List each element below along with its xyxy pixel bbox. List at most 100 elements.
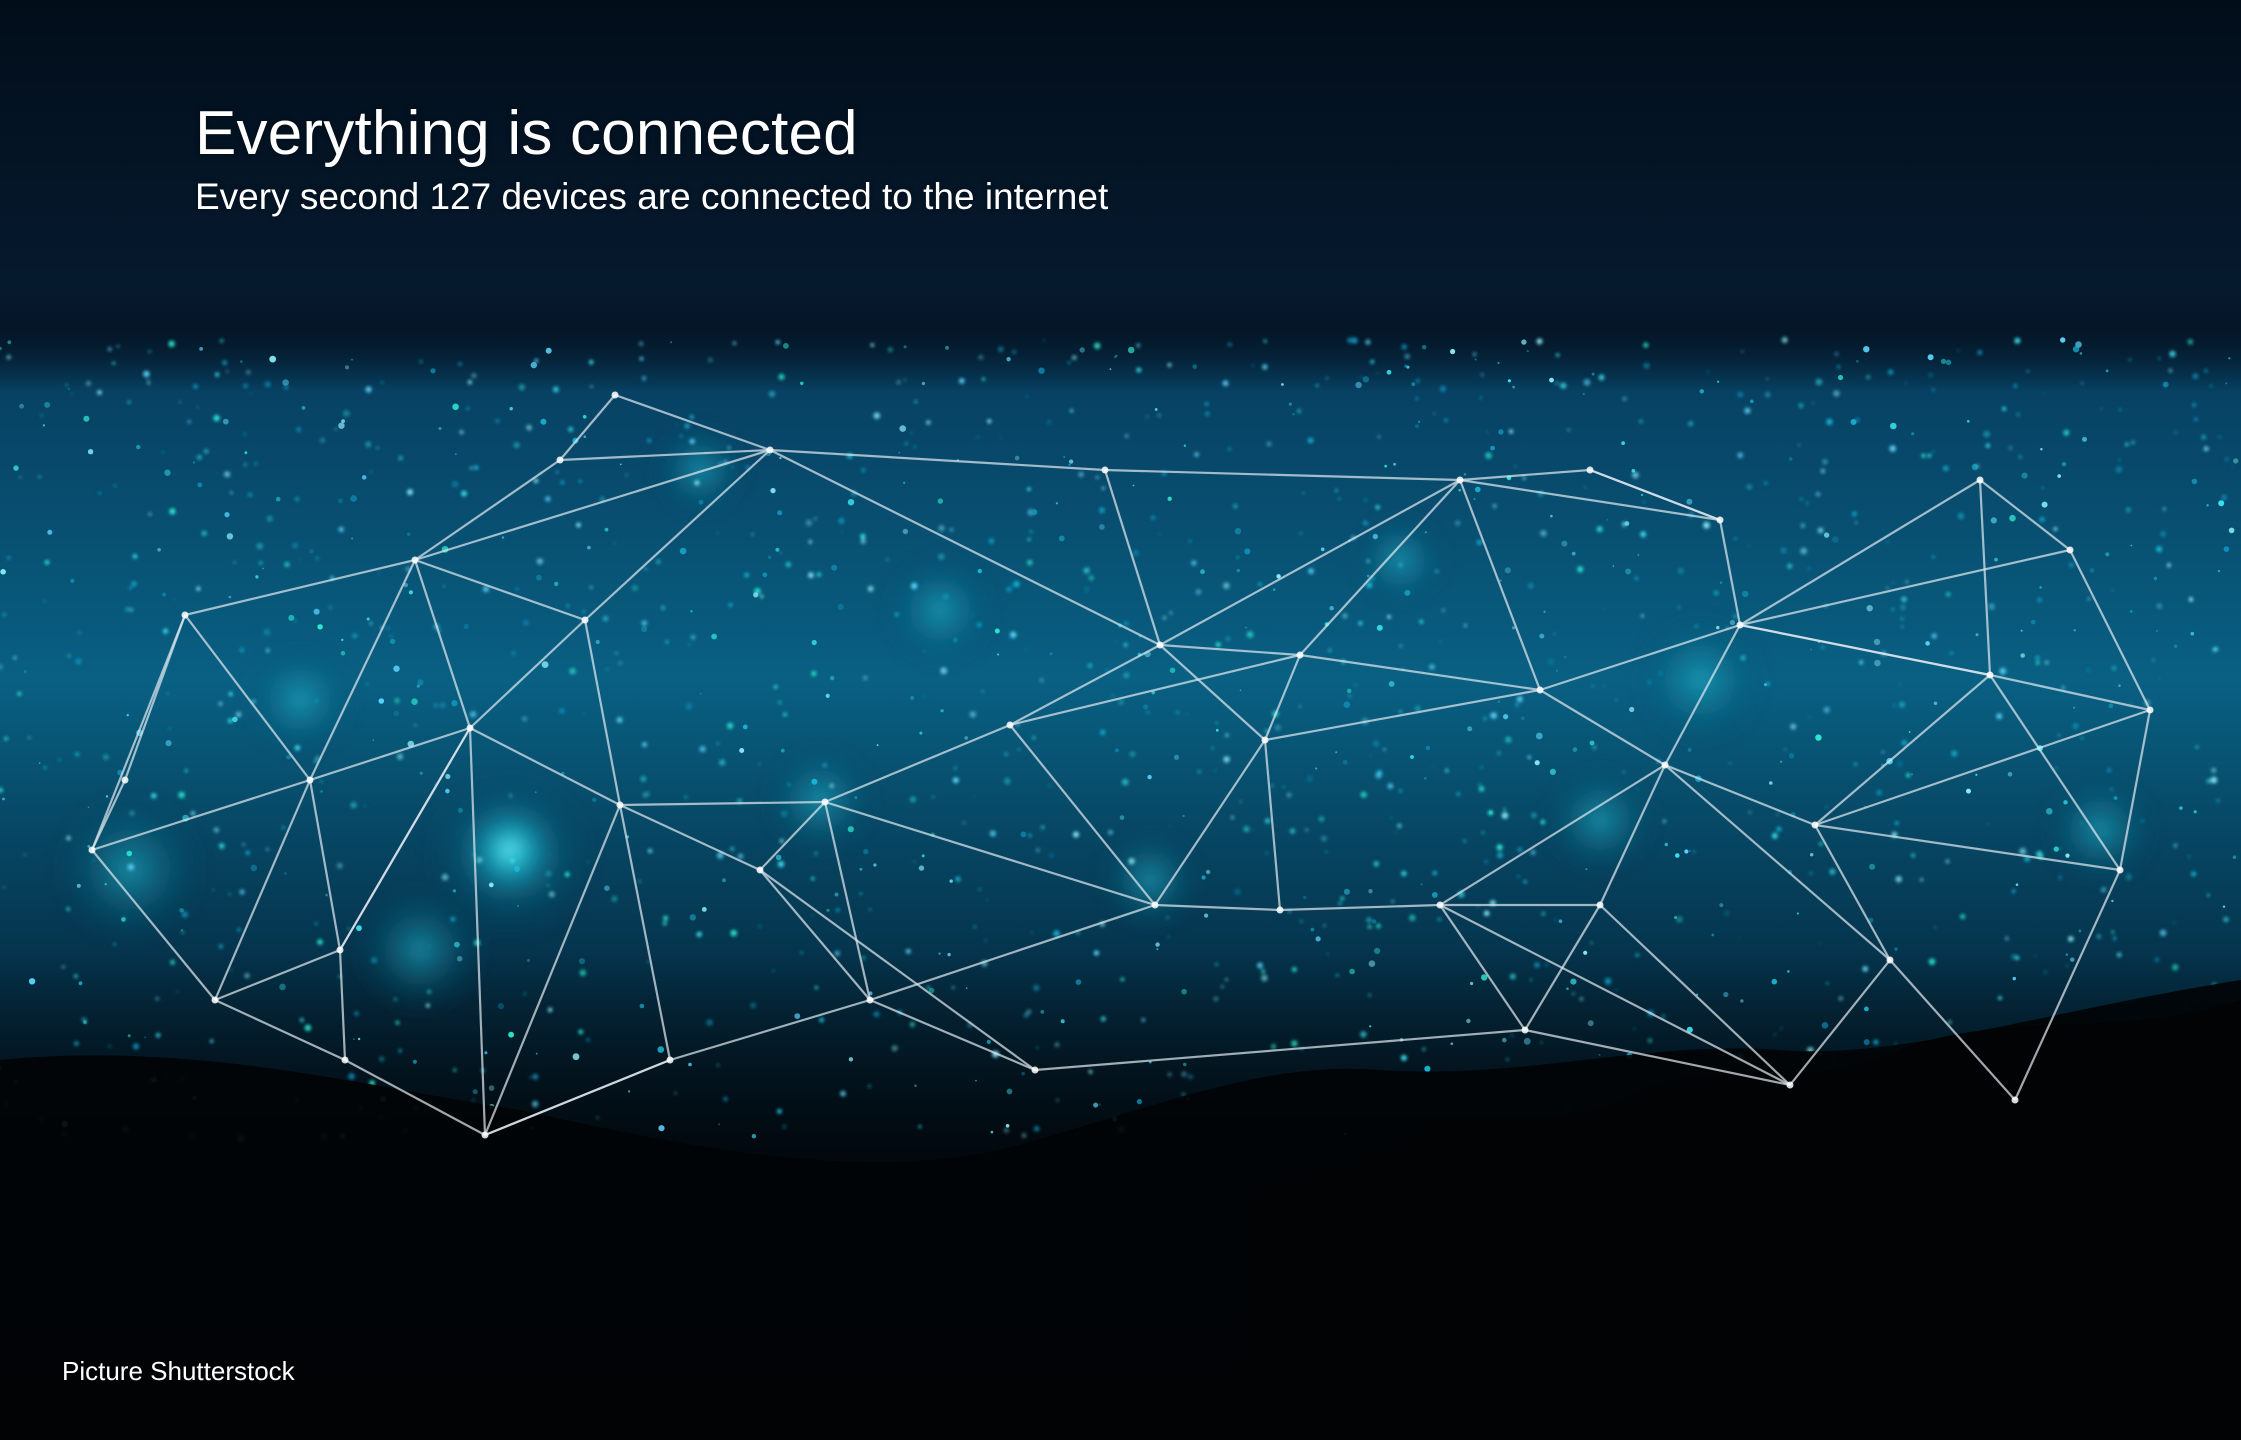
city-glow: [880, 550, 1000, 670]
city-light: [224, 471, 231, 478]
city-light: [42, 424, 46, 427]
city-light: [394, 697, 400, 704]
city-light: [854, 796, 858, 800]
city-light: [348, 1072, 355, 1080]
city-light: [1807, 567, 1811, 571]
city-light: [914, 1084, 917, 1088]
city-light: [1366, 523, 1369, 526]
city-light: [904, 379, 906, 381]
network-node: [306, 776, 314, 784]
city-light: [1501, 812, 1509, 819]
city-light: [452, 403, 459, 411]
city-light: [1205, 411, 1210, 417]
city-light: [1517, 847, 1523, 853]
city-light: [1136, 343, 1141, 348]
city-light: [1329, 606, 1334, 611]
city-light: [1498, 429, 1504, 435]
city-light: [1375, 505, 1380, 510]
city-light: [2039, 586, 2042, 589]
city-light: [1006, 1088, 1013, 1095]
city-light: [918, 1125, 922, 1129]
city-light: [847, 826, 854, 833]
city-light: [1977, 349, 1983, 356]
network-node: [121, 776, 129, 784]
city-light: [1155, 942, 1160, 947]
city-light: [428, 945, 432, 948]
city-light: [1188, 539, 1192, 543]
city-light: [245, 369, 251, 375]
city-light: [6, 354, 11, 360]
city-light: [1334, 489, 1338, 492]
city-light: [1346, 688, 1352, 694]
city-light: [1781, 337, 1788, 343]
city-light: [860, 538, 866, 545]
city-light: [265, 847, 270, 852]
city-light: [1093, 950, 1099, 956]
city-light: [2078, 929, 2082, 933]
city-light: [1069, 459, 1074, 464]
city-light: [1109, 368, 1112, 370]
city-light: [2193, 810, 2197, 814]
city-light: [2168, 368, 2173, 373]
city-light: [1185, 713, 1188, 716]
city-light: [777, 860, 785, 868]
city-light: [127, 1034, 131, 1038]
city-light: [66, 835, 71, 841]
city-light: [1931, 387, 1936, 392]
city-light: [262, 567, 264, 570]
city-light: [1377, 435, 1381, 439]
city-light: [2085, 667, 2091, 673]
city-light: [1123, 672, 1130, 679]
city-light: [365, 386, 372, 393]
city-light: [1999, 667, 2007, 675]
city-light: [1100, 1016, 1106, 1022]
city-light: [1318, 816, 1325, 822]
city-light: [885, 557, 889, 561]
city-light: [1639, 419, 1643, 424]
city-light: [201, 530, 207, 536]
city-light: [1889, 445, 1896, 452]
city-light: [1060, 1019, 1065, 1024]
city-light: [586, 860, 590, 864]
city-light: [213, 827, 220, 833]
city-light: [1353, 683, 1358, 687]
city-light: [1424, 531, 1427, 534]
city-light: [1169, 667, 1176, 673]
city-light: [583, 712, 585, 715]
city-light: [226, 533, 234, 540]
city-light: [899, 425, 906, 432]
city-light: [1643, 362, 1650, 369]
city-light: [19, 476, 22, 478]
city-light: [1404, 364, 1408, 368]
city-light: [1476, 539, 1483, 546]
city-light: [1523, 879, 1527, 884]
city-light: [1800, 523, 1806, 528]
city-light: [1733, 614, 1738, 619]
city-light: [1127, 346, 1135, 354]
city-light: [1226, 636, 1231, 642]
city-light: [2041, 486, 2045, 490]
city-light: [320, 437, 326, 443]
city-light: [1622, 770, 1626, 774]
city-light: [1560, 382, 1567, 389]
city-light: [130, 608, 134, 612]
city-light: [1099, 729, 1106, 736]
city-light: [1433, 412, 1435, 415]
city-light: [328, 605, 333, 610]
city-light: [870, 343, 875, 347]
network-node: [616, 801, 624, 809]
city-light: [168, 727, 172, 731]
city-light: [1892, 582, 1894, 584]
city-light: [690, 609, 693, 613]
city-light: [132, 554, 138, 559]
city-light: [587, 545, 591, 550]
city-light: [905, 948, 911, 954]
city-light: [256, 543, 263, 550]
city-light: [239, 889, 245, 895]
city-light: [1115, 640, 1118, 643]
city-light: [662, 921, 668, 926]
city-light: [2015, 956, 2020, 960]
city-light: [778, 373, 785, 380]
city-light: [1925, 641, 1930, 646]
city-light: [2020, 653, 2025, 658]
